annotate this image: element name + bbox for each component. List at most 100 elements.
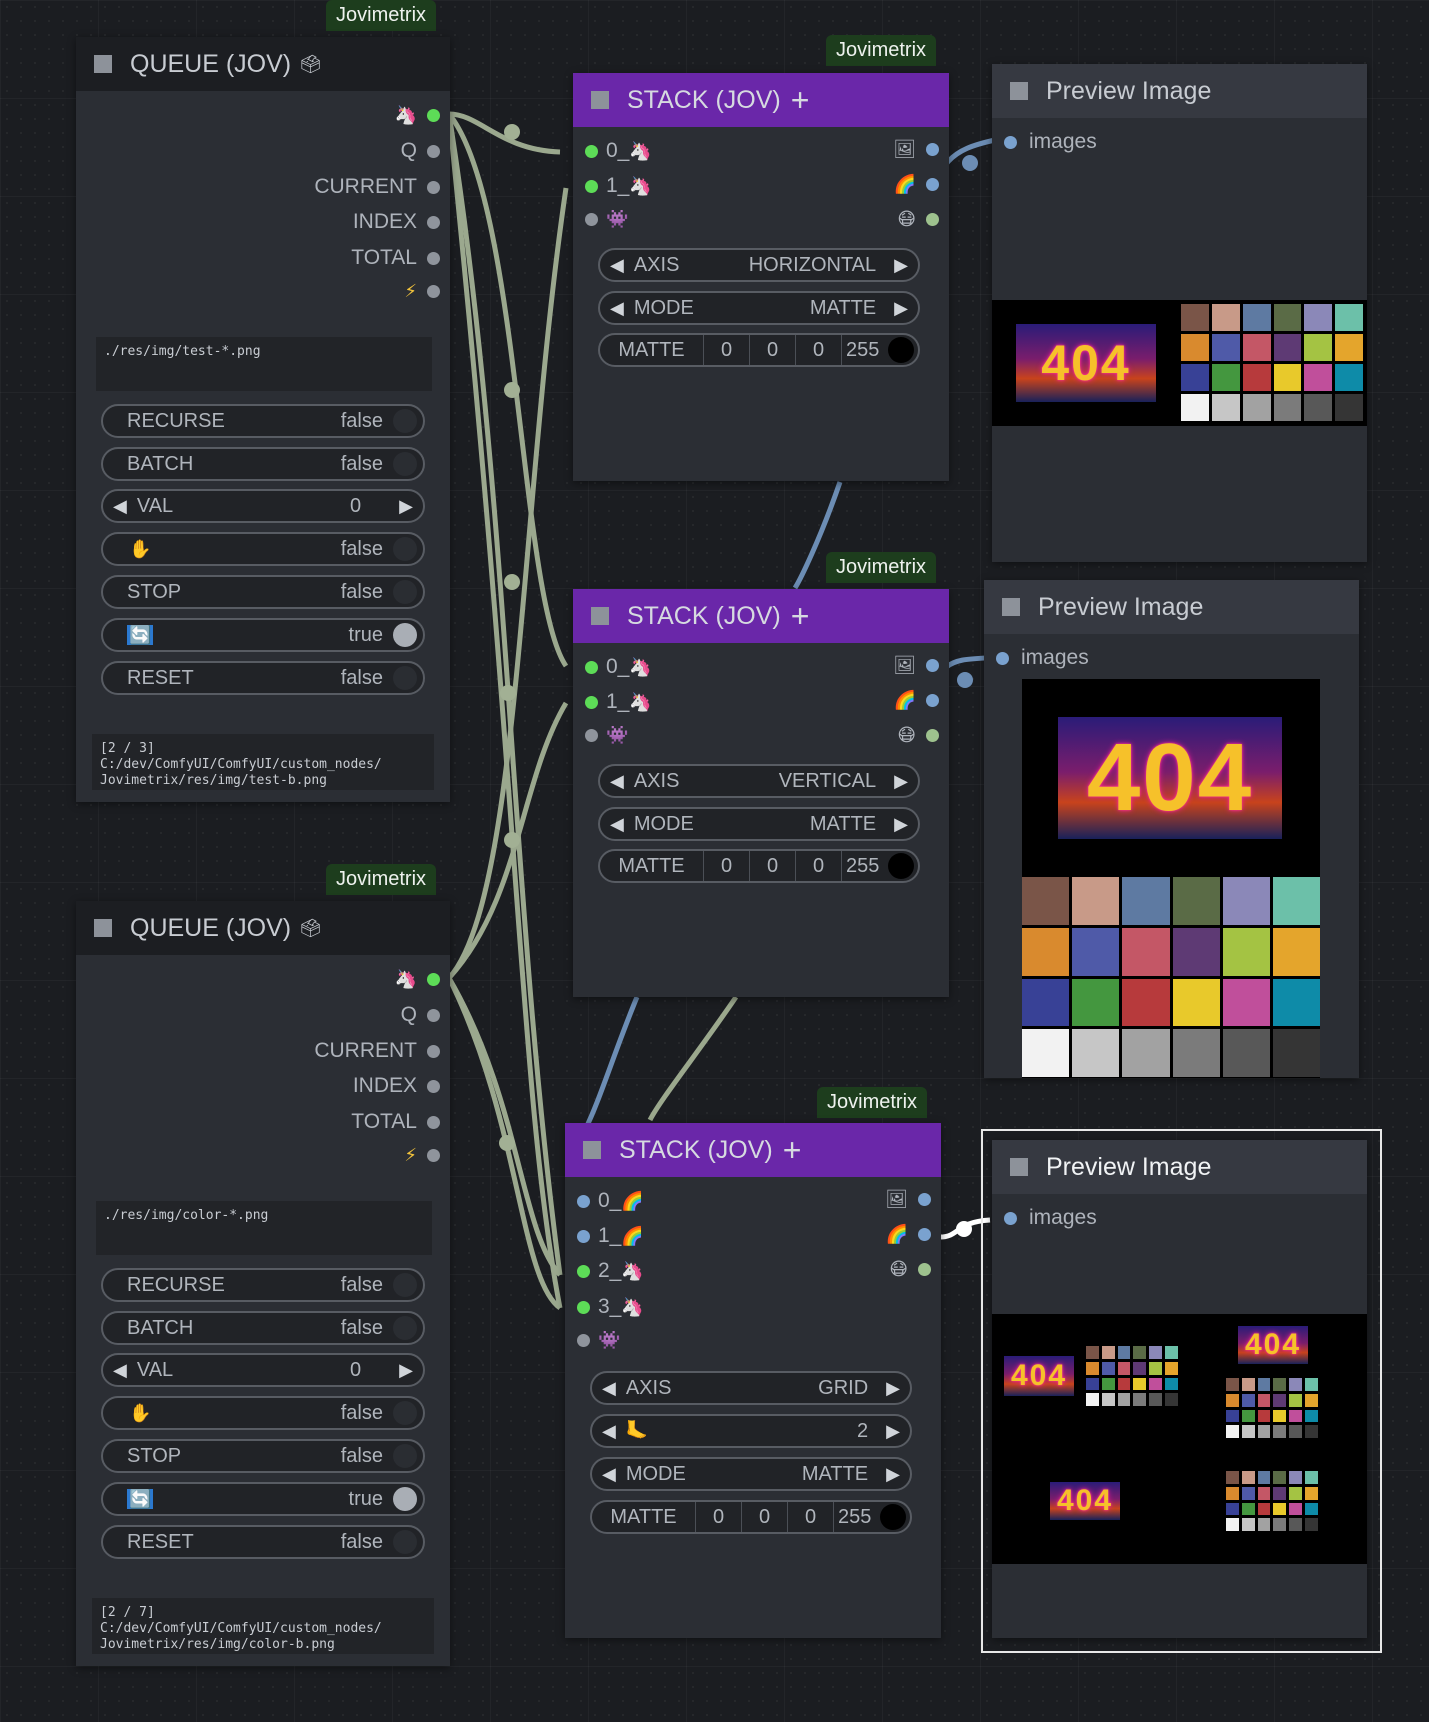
toggle-knob[interactable]: [393, 1487, 417, 1511]
val-number[interactable]: ◀ VAL 0 ▶: [101, 489, 425, 523]
node-title-bar[interactable]: Preview Image: [984, 580, 1359, 634]
color-swatch[interactable]: [888, 337, 914, 363]
mode-combo[interactable]: ◀ MODE MATTE ▶: [590, 1457, 912, 1491]
output-current[interactable]: CURRENT: [314, 175, 440, 199]
preview-node-1[interactable]: Preview Image images 404: [992, 64, 1367, 562]
output-rgb[interactable]: 🌈: [894, 174, 939, 195]
decrement-arrow[interactable]: ◀: [592, 1421, 626, 1442]
output-total[interactable]: TOTAL: [351, 246, 440, 270]
input-slot-0[interactable]: 0_ 🦄: [585, 655, 652, 679]
stop-toggle[interactable]: STOP false: [101, 575, 425, 609]
decrement-arrow[interactable]: ◀: [600, 814, 634, 835]
input-slot[interactable]: [577, 1300, 590, 1314]
reset-toggle[interactable]: RESET false: [101, 1525, 425, 1559]
matte-g[interactable]: 0: [750, 851, 796, 881]
input-slot-2[interactable]: 2_ 🦄: [577, 1259, 644, 1283]
output-slot[interactable]: [427, 1008, 440, 1022]
output-slot[interactable]: [926, 659, 939, 672]
matte-g[interactable]: 0: [750, 335, 796, 365]
increment-arrow[interactable]: ▶: [876, 1378, 910, 1399]
path-textarea[interactable]: ./res/img/color-*.png: [96, 1201, 432, 1255]
output-slot[interactable]: [427, 109, 440, 122]
collapse-toggle[interactable]: [1010, 82, 1028, 100]
matte-a[interactable]: 255: [842, 339, 879, 362]
decrement-arrow[interactable]: ◀: [103, 1360, 137, 1381]
mode-combo[interactable]: ◀ MODE MATTE ▶: [598, 807, 920, 841]
matte-a[interactable]: 255: [842, 855, 879, 878]
node-title-bar[interactable]: Preview Image: [992, 1140, 1367, 1194]
increment-arrow[interactable]: ▶: [389, 496, 423, 517]
path-textarea[interactable]: ./res/img/test-*.png: [96, 337, 432, 391]
matte-r[interactable]: 0: [696, 1502, 742, 1532]
collapse-toggle[interactable]: [1010, 1158, 1028, 1176]
matte-g[interactable]: 0: [742, 1502, 788, 1532]
preview-node-3[interactable]: Preview Image images 404 404 404: [992, 1140, 1367, 1638]
toggle-knob[interactable]: [393, 1316, 417, 1340]
input-slot[interactable]: [585, 213, 598, 226]
output-slot[interactable]: [427, 1044, 440, 1058]
output-mask[interactable]: 😷: [889, 1259, 931, 1280]
output-rgb[interactable]: 🌈: [886, 1224, 931, 1245]
collapse-toggle[interactable]: [94, 55, 112, 73]
output-slot[interactable]: [918, 1193, 931, 1206]
matte-color-widget[interactable]: MATTE 0 0 0 255: [598, 333, 920, 367]
matte-r[interactable]: 0: [704, 851, 750, 881]
decrement-arrow[interactable]: ◀: [600, 771, 634, 792]
input-slot-3[interactable]: 3_ 🦄: [577, 1295, 644, 1319]
output-trigger[interactable]: ⚡: [404, 281, 440, 302]
input-slot-1[interactable]: 1_ 🦄: [585, 690, 652, 714]
collapse-toggle[interactable]: [94, 919, 112, 937]
input-slot-1[interactable]: 1_ 🦄: [585, 174, 652, 198]
stack-node-3[interactable]: STACK (JOV) + 0_ 🌈 1_ 🌈 2_ 🦄 3_ 🦄 👾 🖼 🌈 😷 ◀ A…: [565, 1123, 941, 1638]
matte-color-widget[interactable]: MATTE 0 0 0 255: [598, 849, 920, 883]
loop-toggle[interactable]: 🔄 true: [101, 618, 425, 652]
color-swatch[interactable]: [880, 1504, 906, 1530]
stride-number[interactable]: ◀ 🦶 2 ▶: [590, 1414, 912, 1448]
output-current[interactable]: CURRENT: [314, 1039, 440, 1063]
output-q[interactable]: Q: [401, 139, 440, 163]
batch-toggle[interactable]: BATCH false: [101, 1311, 425, 1345]
increment-arrow[interactable]: ▶: [884, 814, 918, 835]
input-slot[interactable]: [577, 1264, 590, 1278]
output-index[interactable]: INDEX: [353, 210, 440, 234]
toggle-knob[interactable]: [393, 1530, 417, 1554]
toggle-knob[interactable]: [393, 1401, 417, 1425]
collapse-toggle[interactable]: [591, 607, 609, 625]
decrement-arrow[interactable]: ◀: [592, 1464, 626, 1485]
stop-toggle[interactable]: STOP false: [101, 1439, 425, 1473]
output-slot[interactable]: [427, 1149, 440, 1162]
preview-node-2[interactable]: Preview Image images 404: [984, 580, 1359, 1078]
output-slot[interactable]: [427, 144, 440, 158]
recurse-toggle[interactable]: RECURSE false: [101, 404, 425, 438]
toggle-knob[interactable]: [393, 409, 417, 433]
output-slot[interactable]: [926, 213, 939, 226]
stack-node-2[interactable]: STACK (JOV) + 0_ 🦄 1_ 🦄 👾 🖼 🌈 😷 ◀ AXIS VERTI…: [573, 589, 949, 997]
toggle-knob[interactable]: [393, 666, 417, 690]
mode-combo[interactable]: ◀ MODE MATTE ▶: [598, 291, 920, 325]
input-slot-0[interactable]: 0_ 🦄: [585, 139, 652, 163]
hold-toggle[interactable]: ✋ false: [101, 532, 425, 566]
axis-combo[interactable]: ◀ AXIS GRID ▶: [590, 1371, 912, 1405]
output-slot[interactable]: [918, 1228, 931, 1241]
batch-toggle[interactable]: BATCH false: [101, 447, 425, 481]
matte-b[interactable]: 0: [796, 335, 842, 365]
increment-arrow[interactable]: ▶: [884, 255, 918, 276]
stack-node-1[interactable]: STACK (JOV) + 0_ 🦄 1_ 🦄 👾 🖼 🌈 😷 ◀ AXIS HORIZ…: [573, 73, 949, 481]
matte-b[interactable]: 0: [788, 1502, 834, 1532]
input-slot[interactable]: [585, 695, 598, 709]
output-q[interactable]: Q: [401, 1003, 440, 1027]
axis-combo[interactable]: ◀ AXIS VERTICAL ▶: [598, 764, 920, 798]
input-slot[interactable]: [996, 651, 1009, 665]
output-slot[interactable]: [427, 251, 440, 265]
input-slot-0[interactable]: 0_ 🌈: [577, 1189, 644, 1213]
input-slot[interactable]: [585, 660, 598, 674]
matte-a[interactable]: 255: [834, 1506, 871, 1529]
toggle-knob[interactable]: [393, 1444, 417, 1468]
collapse-toggle[interactable]: [1002, 598, 1020, 616]
output-slot[interactable]: [427, 215, 440, 229]
toggle-knob[interactable]: [393, 537, 417, 561]
output-slot[interactable]: [427, 973, 440, 986]
queue-node-1[interactable]: QUEUE (JOV) 🗳 🦄 Q CURRENT INDEX TOTAL ⚡ …: [76, 37, 450, 802]
decrement-arrow[interactable]: ◀: [600, 298, 634, 319]
reset-toggle[interactable]: RESET false: [101, 661, 425, 695]
